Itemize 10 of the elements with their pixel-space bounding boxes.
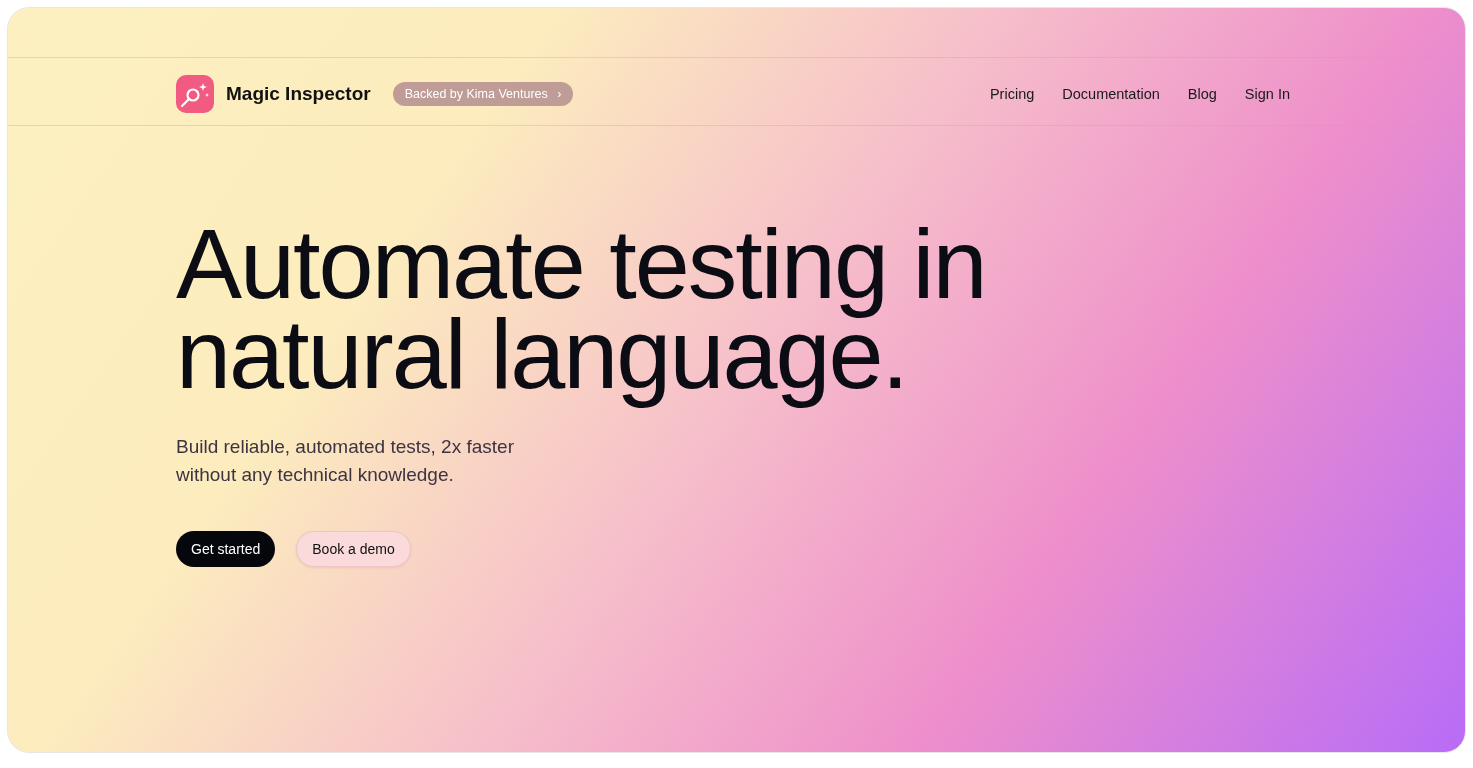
nav-link[interactable]: Pricing: [989, 86, 1035, 102]
hero-headline: Automate testing in natural language.: [176, 207, 987, 411]
nav-link[interactable]: Blog: [1187, 86, 1217, 102]
get-started-button[interactable]: Get started: [176, 531, 276, 567]
demo-button[interactable]: Book a demo: [296, 531, 411, 567]
hero-subtitle: Build reliable, automated tests, 2x faster without any technical knowledge.: [176, 435, 515, 487]
nav-link[interactable]: Documentation: [1062, 86, 1160, 102]
magnifier-sparkle-logo-icon: [176, 75, 214, 113]
brand-name: Magic Inspector: [226, 83, 371, 105]
nav-link[interactable]: Sign In: [1244, 86, 1290, 102]
